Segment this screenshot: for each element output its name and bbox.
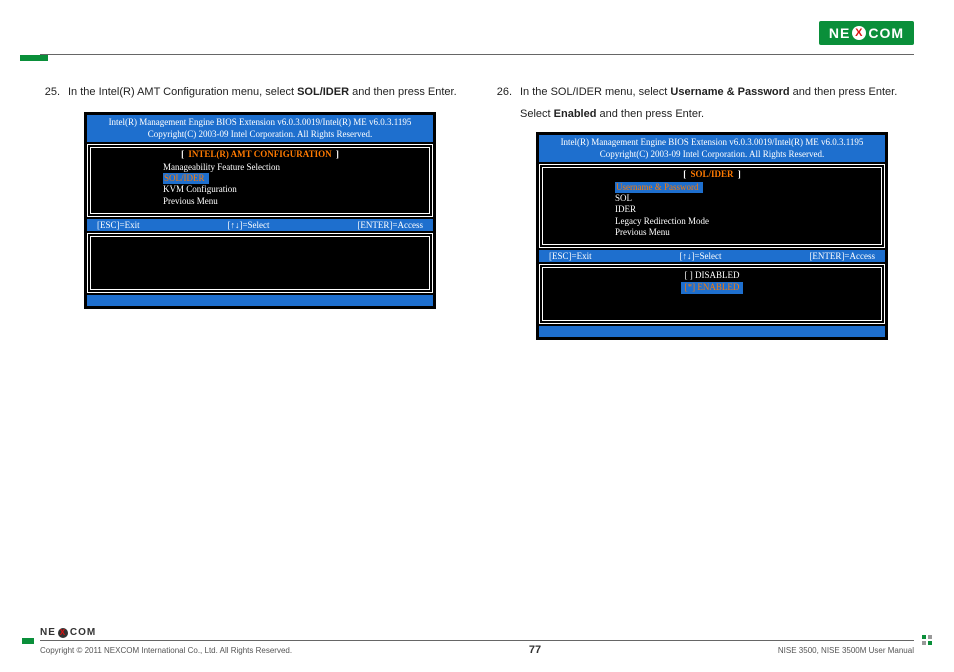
page-footer: NE X COM Copyright © 2011 NEXCOM Interna… [40, 627, 914, 656]
bios-keybar: [ESC]=Exit [↑↓]=Select [ENTER]=Access [539, 250, 885, 262]
step-26-sub: Select Enabled and then press Enter. [520, 108, 914, 120]
footer-logo: NE X COM [40, 627, 914, 638]
key-esc: [ESC]=Exit [97, 220, 140, 230]
footer-doc-title: NISE 3500, NISE 3500M User Manual [778, 646, 914, 655]
bios-panel-left: Intel(R) Management Engine BIOS Extensio… [84, 112, 436, 309]
bios-lower-box [87, 233, 433, 293]
bios-menu-right: Username & Password SOL IDER Legacy Redi… [543, 182, 881, 238]
bios-hdr-line1: Intel(R) Management Engine BIOS Extensio… [543, 137, 881, 148]
bios-menu-left: Manageability Feature Selection SOL/IDER… [91, 162, 429, 207]
bios-header: Intel(R) Management Engine BIOS Extensio… [87, 115, 433, 142]
step-25: 25. In the Intel(R) AMT Configuration me… [40, 85, 462, 100]
bios-main-box: [ INTEL(R) AMT CONFIGURATION ] Manageabi… [87, 144, 433, 217]
step-number: 26. [492, 85, 512, 100]
header-rule [40, 54, 914, 55]
step-26: 26. In the SOL/IDER menu, select Usernam… [492, 85, 914, 100]
bios-title: SOL/IDER [688, 169, 735, 179]
bios-title-row: [ SOL/IDER ] [543, 169, 881, 179]
page-number: 77 [529, 644, 541, 656]
key-select: [↑↓]=Select [679, 251, 721, 261]
menu-item[interactable]: Previous Menu [615, 227, 881, 238]
menu-item[interactable]: Legacy Redirection Mode [615, 216, 881, 227]
option-disabled[interactable]: [ ] DISABLED [543, 270, 881, 282]
brand-logo: NE X COM [819, 21, 914, 45]
key-enter: [ENTER]=Access [809, 251, 875, 261]
step-text: In the Intel(R) AMT Configuration menu, … [68, 85, 462, 100]
bios-main-box: [ SOL/IDER ] Username & Password SOL IDE… [539, 164, 885, 248]
bios-panel-right: Intel(R) Management Engine BIOS Extensio… [536, 132, 888, 340]
bios-hdr-line2: Copyright(C) 2003-09 Intel Corporation. … [543, 149, 881, 160]
menu-item[interactable]: Previous Menu [163, 196, 429, 207]
step-number: 25. [40, 85, 60, 100]
bios-title: INTEL(R) AMT CONFIGURATION [186, 149, 333, 159]
key-select: [↑↓]=Select [227, 220, 269, 230]
logo-text-right: COM [868, 25, 904, 41]
menu-item[interactable]: IDER [615, 204, 881, 215]
key-enter: [ENTER]=Access [357, 220, 423, 230]
bios-hdr-line2: Copyright(C) 2003-09 Intel Corporation. … [91, 129, 429, 140]
key-esc: [ESC]=Exit [549, 251, 592, 261]
footer-copyright: Copyright © 2011 NEXCOM International Co… [40, 646, 292, 655]
bios-bottombar [87, 295, 433, 306]
bios-bottombar [539, 326, 885, 337]
menu-item-selected[interactable]: Username & Password [615, 182, 703, 193]
menu-item-selected[interactable]: SOL/IDER [163, 173, 209, 184]
step-text: In the SOL/IDER menu, select Username & … [520, 85, 914, 100]
menu-item[interactable]: SOL [615, 193, 881, 204]
bios-hdr-line1: Intel(R) Management Engine BIOS Extensio… [91, 117, 429, 128]
bios-keybar: [ESC]=Exit [↑↓]=Select [ENTER]=Access [87, 219, 433, 231]
bios-header: Intel(R) Management Engine BIOS Extensio… [539, 135, 885, 162]
option-enabled[interactable]: [*] ENABLED [543, 282, 881, 294]
logo-x-icon: X [58, 628, 68, 638]
logo-text-left: NE [829, 25, 850, 41]
bios-title-row: [ INTEL(R) AMT CONFIGURATION ] [91, 149, 429, 159]
logo-x-icon: X [852, 26, 866, 40]
bios-lower-box: [ ] DISABLED [*] ENABLED [539, 264, 885, 324]
menu-item[interactable]: KVM Configuration [163, 184, 429, 195]
menu-item[interactable]: Manageability Feature Selection [163, 162, 429, 173]
